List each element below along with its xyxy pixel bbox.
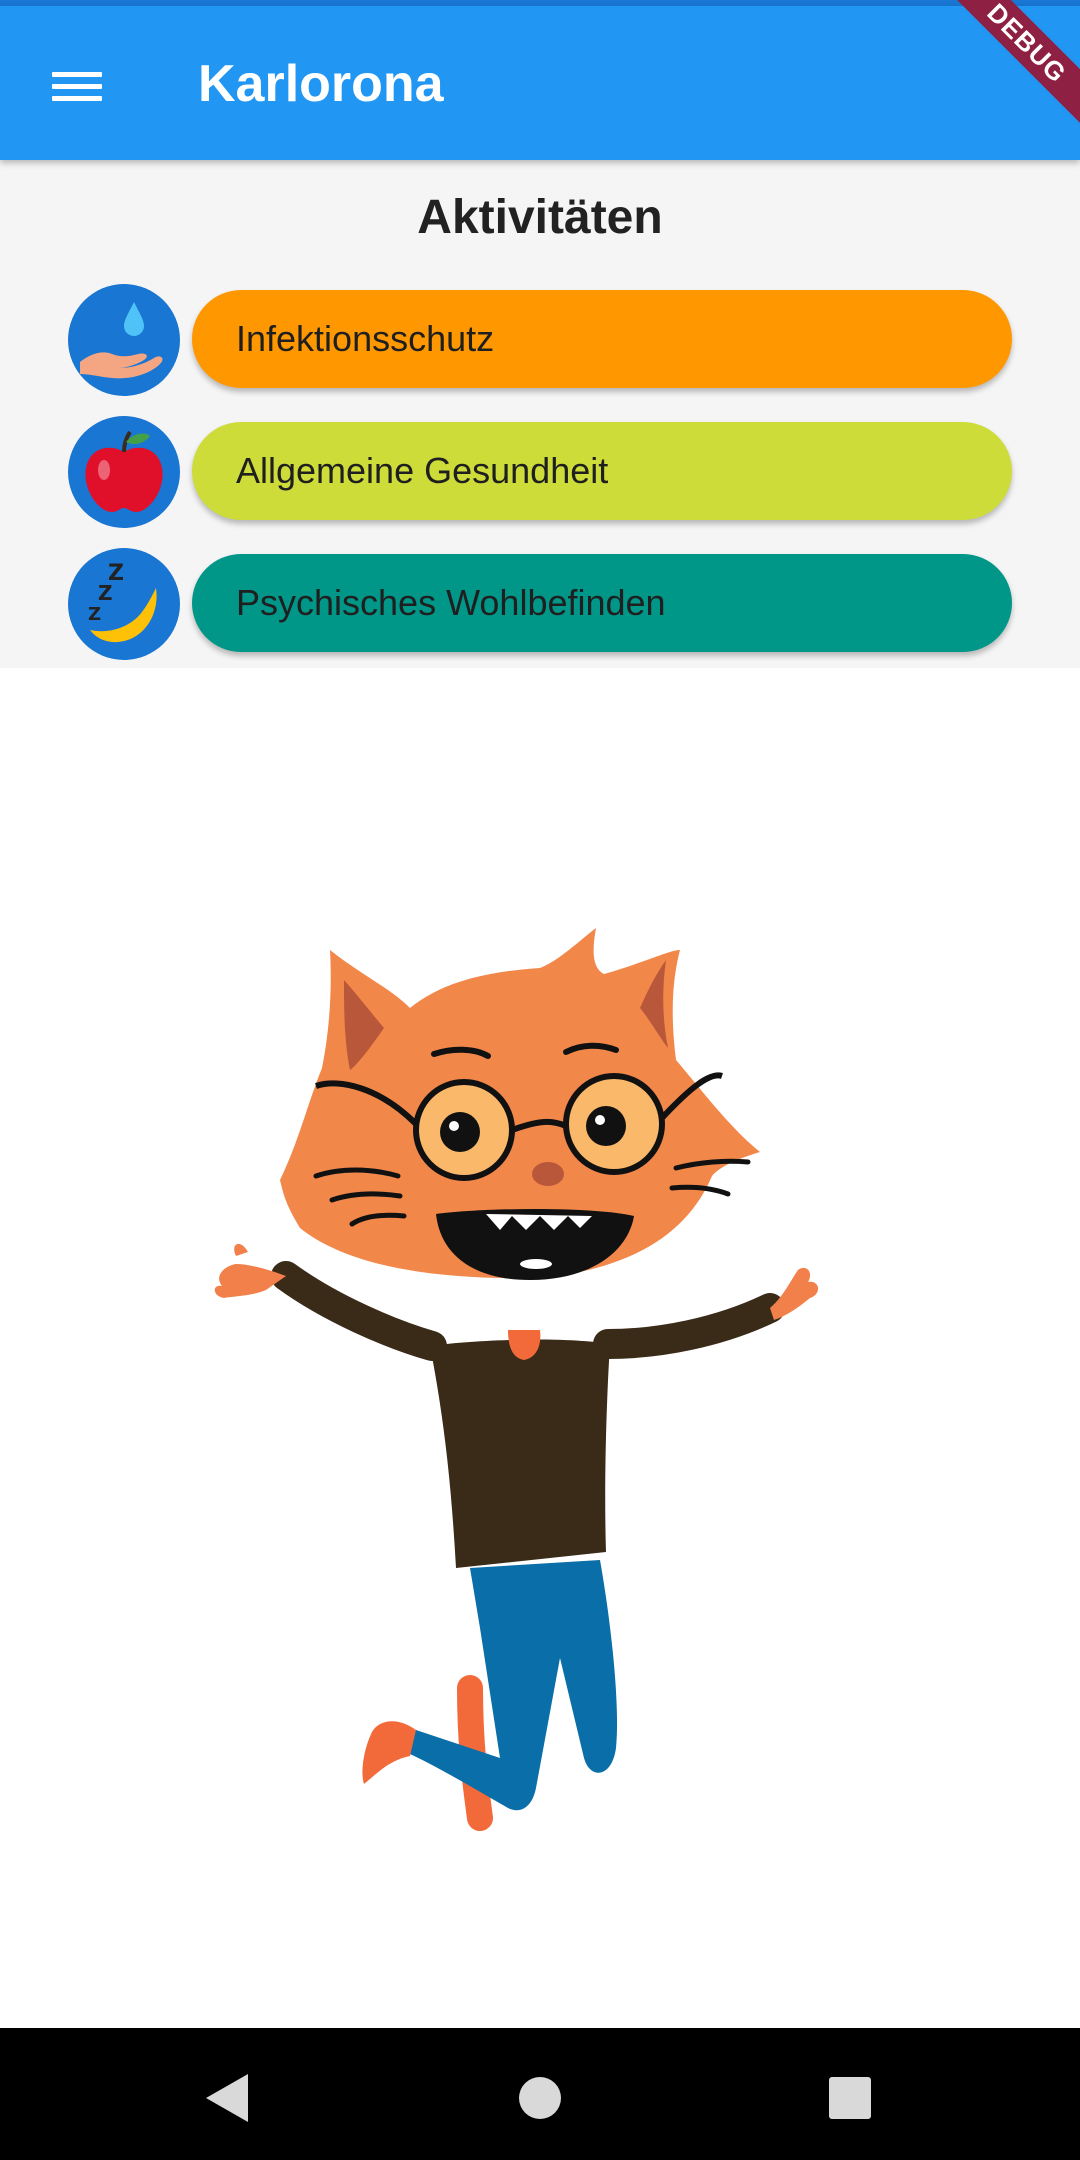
activity-row-infektionsschutz: Infektionsschutz xyxy=(68,284,1012,396)
app-title: Karlorona xyxy=(198,55,444,113)
activities-section: Aktivitäten Infektionsschutz Allgemeine … xyxy=(0,160,1080,668)
activity-row-psychisches-wohlbefinden: Z Z Z Psychisches Wohlbefinden xyxy=(68,548,1012,660)
back-icon[interactable] xyxy=(186,2058,266,2138)
infektionsschutz-button[interactable]: Infektionsschutz xyxy=(192,290,1012,388)
menu-icon[interactable] xyxy=(30,38,124,132)
activity-label: Infektionsschutz xyxy=(236,318,495,359)
psychisches-wohlbefinden-button[interactable]: Psychisches Wohlbefinden xyxy=(192,554,1012,652)
cat-mascot-illustration xyxy=(214,928,819,1831)
activity-label: Psychisches Wohlbefinden xyxy=(236,582,666,623)
recents-icon[interactable] xyxy=(810,2058,890,2138)
home-icon[interactable] xyxy=(500,2058,580,2138)
system-navigation-bar xyxy=(0,2028,1080,2160)
cat-mascot-area xyxy=(0,668,1080,2028)
activity-row-allgemeine-gesundheit: Allgemeine Gesundheit xyxy=(68,416,1012,528)
svg-text:Z: Z xyxy=(88,604,101,625)
app-bar: Karlorona xyxy=(0,6,1080,160)
apple-icon xyxy=(68,416,180,528)
sleeping-moon-icon: Z Z Z xyxy=(68,548,180,660)
hand-water-drop-icon xyxy=(68,284,180,396)
svg-text:Z: Z xyxy=(98,581,113,605)
activity-label: Allgemeine Gesundheit xyxy=(236,450,609,491)
allgemeine-gesundheit-button[interactable]: Allgemeine Gesundheit xyxy=(192,422,1012,520)
section-title: Aktivitäten xyxy=(417,191,663,244)
